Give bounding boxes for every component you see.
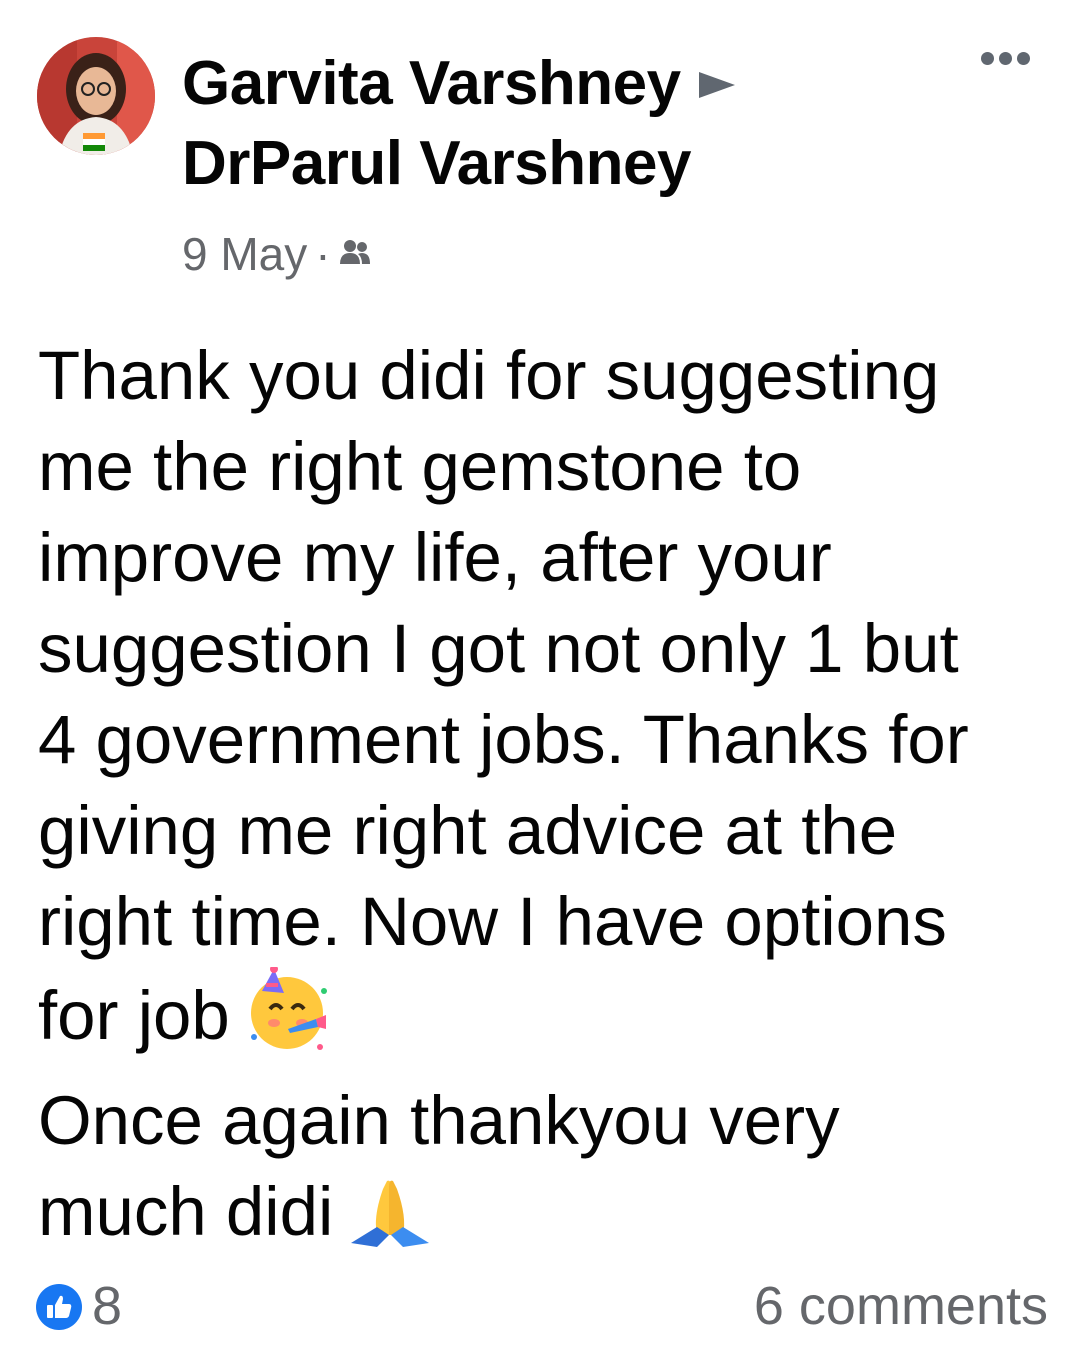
more-dot: [999, 52, 1012, 65]
body-line-text: much didi: [38, 1173, 334, 1250]
folded-hands-emoji-icon: [347, 1177, 433, 1271]
body-line: suggestion I got not only 1 but: [38, 610, 959, 687]
author-avatar[interactable]: [37, 37, 155, 155]
post-header: Garvita Varshney DrParul Varshney 9 May ·: [182, 44, 942, 282]
body-line-with-emoji: much didi: [38, 1166, 1048, 1271]
meta-separator: ·: [315, 228, 331, 280]
more-dot: [1017, 52, 1030, 65]
post-body: Thank you didi for suggesting me the rig…: [38, 330, 1048, 1271]
friends-icon[interactable]: [339, 222, 371, 278]
body-line-text: for job: [38, 977, 230, 1054]
body-line: Thank you didi for suggesting: [38, 337, 940, 414]
body-line: me the right gemstone to: [38, 428, 802, 505]
author-name[interactable]: Garvita Varshney: [182, 49, 681, 118]
more-dot: [981, 52, 994, 65]
comments-count[interactable]: 6 comments: [754, 1274, 1048, 1338]
post-footer: 8 6 comments: [0, 1270, 1080, 1340]
post-meta: 9 May ·: [182, 222, 942, 282]
body-line: Once again thankyou very: [38, 1082, 840, 1159]
post-date[interactable]: 9 May: [182, 228, 307, 280]
body-line-with-emoji: for job: [38, 965, 1048, 1075]
body-line: 4 government jobs. Thanks for: [38, 701, 969, 778]
target-profile-name[interactable]: DrParul Varshney: [182, 124, 942, 204]
like-icon[interactable]: [36, 1284, 82, 1330]
facebook-post: Garvita Varshney DrParul Varshney 9 May ·…: [0, 0, 1080, 1360]
reaction-count[interactable]: 8: [92, 1274, 122, 1338]
body-line: right time. Now I have options: [38, 883, 947, 960]
avatar-photo: [37, 37, 155, 155]
partying-face-emoji-icon: [244, 965, 330, 1075]
more-options-icon[interactable]: [981, 52, 1030, 65]
author-line: Garvita Varshney: [182, 44, 942, 124]
body-line: giving me right advice at the: [38, 792, 898, 869]
shared-to-arrow-icon: [698, 72, 735, 98]
body-line: improve my life, after your: [38, 519, 832, 596]
